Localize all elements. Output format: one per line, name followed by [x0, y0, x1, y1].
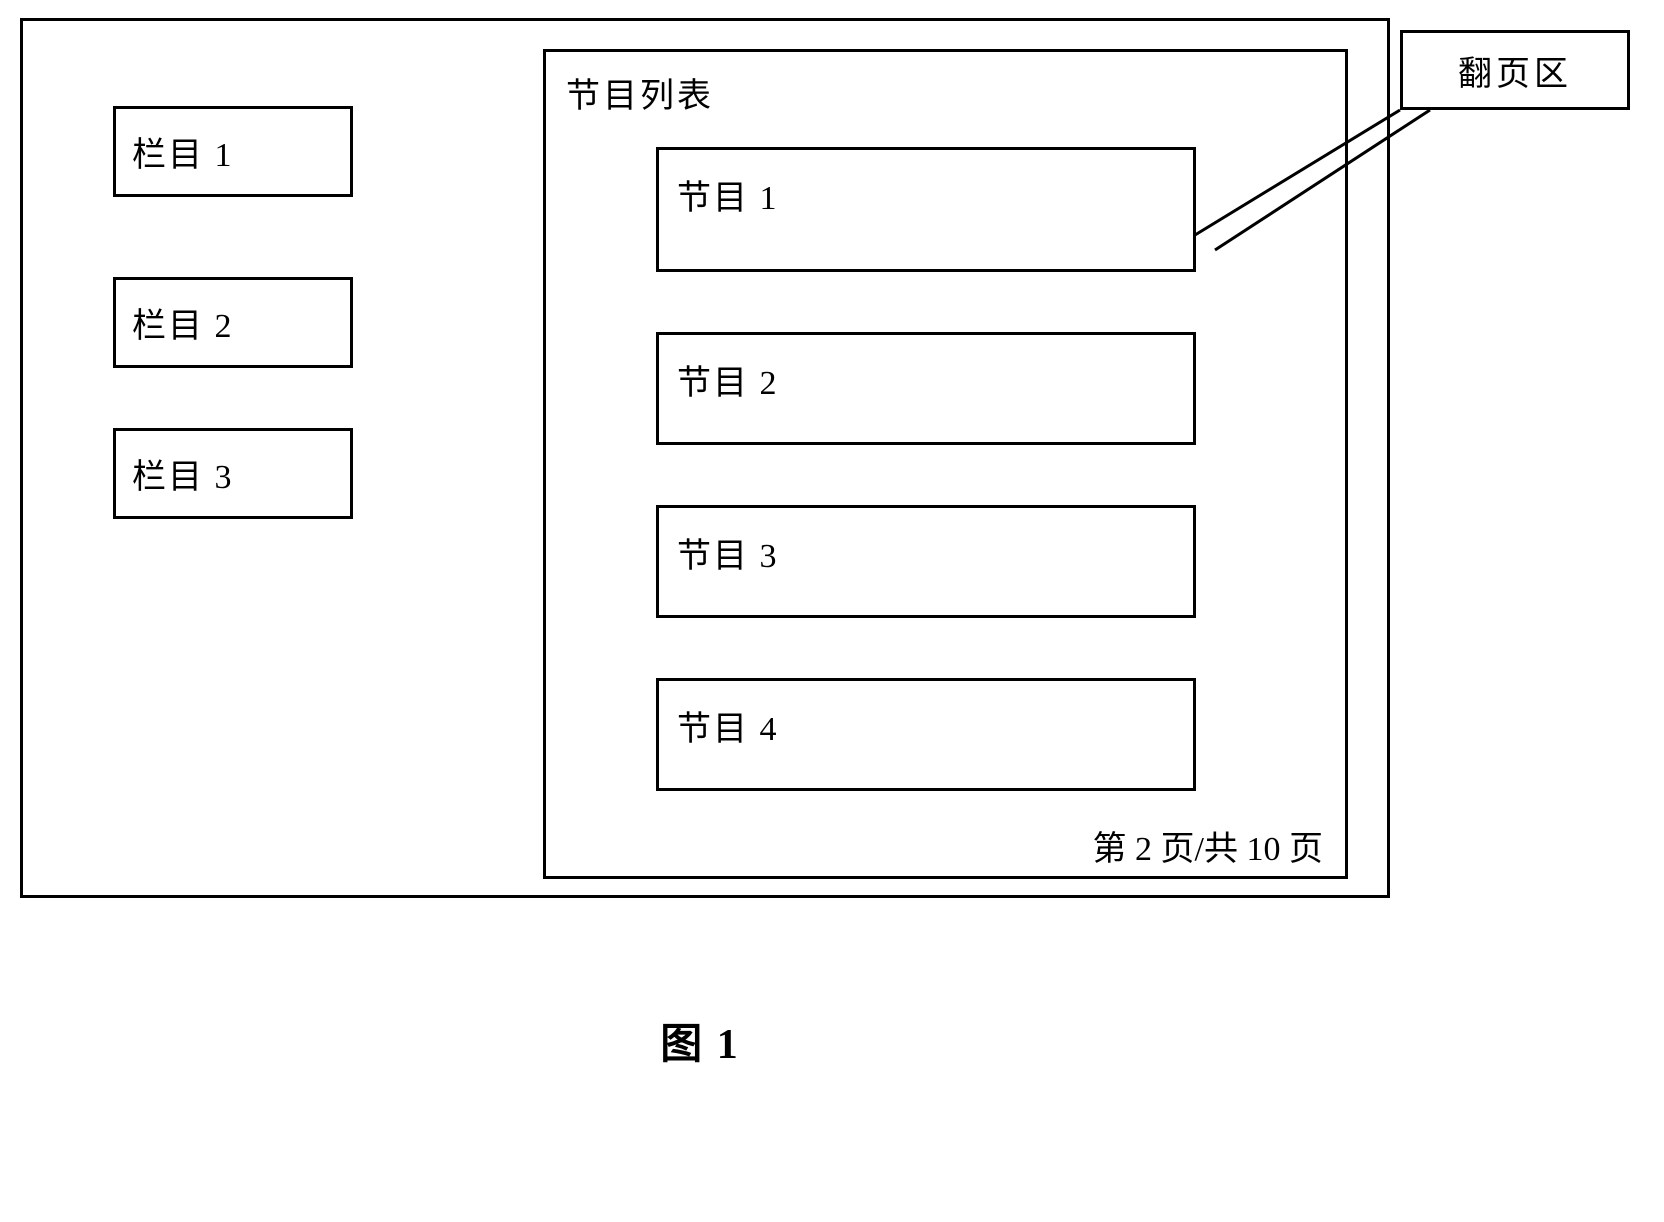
program-item-label: 节目 1 [677, 180, 779, 217]
program-item-label: 节目 2 [677, 365, 779, 402]
sidebar-item-category-1[interactable]: 栏目 1 [113, 106, 353, 197]
sidebar-item-category-2[interactable]: 栏目 2 [113, 277, 353, 368]
figure-caption: 图 1 [0, 1010, 1400, 1071]
program-item-1[interactable]: 节目 1 [656, 147, 1196, 272]
sidebar-item-category-3[interactable]: 栏目 3 [113, 428, 353, 519]
program-item-4[interactable]: 节目 4 [656, 678, 1196, 791]
main-frame: 栏目 1 栏目 2 栏目 3 节目列表 节目 1 节目 2 节目 3 节目 4 … [20, 18, 1390, 898]
callout-label: 翻页区 [1458, 46, 1572, 95]
panel-title: 节目列表 [546, 52, 1345, 117]
sidebar-item-label: 栏目 1 [132, 137, 234, 174]
program-items: 节目 1 节目 2 节目 3 节目 4 [546, 117, 1345, 791]
program-item-2[interactable]: 节目 2 [656, 332, 1196, 445]
program-item-3[interactable]: 节目 3 [656, 505, 1196, 618]
callout-page-turn-area: 翻页区 [1400, 30, 1630, 110]
sidebar-item-label: 栏目 2 [132, 308, 234, 345]
sidebar: 栏目 1 栏目 2 栏目 3 [113, 106, 353, 619]
program-item-label: 节目 3 [677, 538, 779, 575]
page-indicator: 第 2 页/共 10 页 [1093, 821, 1323, 870]
program-item-label: 节目 4 [677, 711, 779, 748]
sidebar-item-label: 栏目 3 [132, 459, 234, 496]
program-list-panel: 节目列表 节目 1 节目 2 节目 3 节目 4 第 2 页/共 10 页 [543, 49, 1348, 879]
